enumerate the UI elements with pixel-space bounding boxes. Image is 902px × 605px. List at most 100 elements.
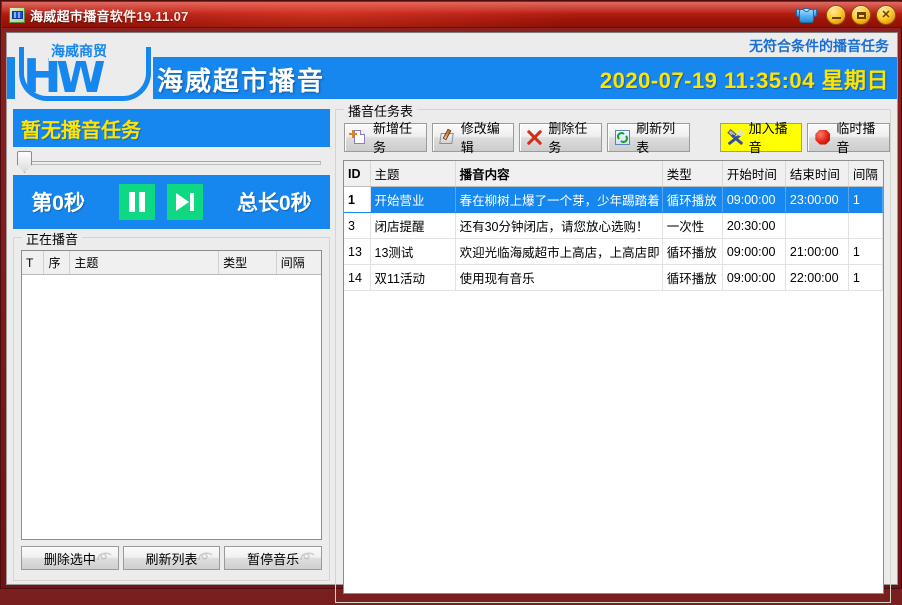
delete-selected-button[interactable]: 删除选中 (21, 546, 119, 570)
cell-id[interactable]: 1 (344, 187, 370, 213)
pause-music-label: 暂停音乐 (247, 549, 299, 568)
col-task-id[interactable]: ID (344, 161, 370, 187)
now-playing-group: 正在播音 T 序 主题 类型 间隔 (13, 237, 330, 581)
now-playing-list[interactable]: T 序 主题 类型 间隔 (21, 250, 322, 540)
minimize-button[interactable] (826, 5, 846, 25)
stop-octagon-icon (814, 129, 831, 146)
edit-task-button[interactable]: 修改编辑 (432, 123, 515, 152)
task-table: ID 主题 播音内容 类型 开始时间 结束时间 间隔 1开始营业春在柳树上爆了一… (344, 161, 883, 291)
cell-start[interactable]: 09:00:00 (722, 239, 785, 265)
delete-task-button[interactable]: 删除任务 (519, 123, 602, 152)
cell-type[interactable]: 循环播放 (662, 187, 722, 213)
right-panel: 播音任务表 新增任务 修改编辑 (335, 109, 891, 605)
col-t[interactable]: T (22, 251, 44, 275)
cell-interval[interactable] (848, 213, 882, 239)
pause-music-button[interactable]: 暂停音乐 (224, 546, 322, 570)
cell-interval[interactable]: 1 (848, 187, 882, 213)
left-panel: 暂无播音任务 第0秒 总长0秒 正在播音 (13, 109, 330, 581)
cell-end[interactable]: 22:00:00 (785, 265, 848, 291)
current-task-banner: 暂无播音任务 (13, 109, 330, 147)
client-area: HW 海威商贸 海威超市播音 无符合条件的播音任务 2020-07-19 11:… (6, 32, 898, 585)
refresh-list-button-left[interactable]: 刷新列表 (123, 546, 221, 570)
close-button[interactable]: ✕ (876, 5, 896, 25)
table-row[interactable]: 1开始营业春在柳树上爆了一个芽，少年踢踏着循环播放09:00:0023:00:0… (344, 187, 883, 213)
cell-id[interactable]: 13 (344, 239, 370, 265)
cell-theme[interactable]: 开始营业 (370, 187, 455, 213)
new-task-button[interactable]: 新增任务 (344, 123, 427, 152)
shirt-icon[interactable] (796, 6, 817, 25)
cell-content[interactable]: 春在柳树上爆了一个芽，少年踢踏着 (455, 187, 662, 213)
delete-cross-icon (526, 129, 543, 146)
now-playing-table: T 序 主题 类型 间隔 (22, 251, 321, 275)
cell-id[interactable]: 3 (344, 213, 370, 239)
temp-broadcast-label: 临时播音 (836, 118, 881, 156)
cell-end[interactable]: 23:00:00 (785, 187, 848, 213)
total-time-label: 总长0秒 (237, 187, 312, 217)
cell-start[interactable]: 09:00:00 (722, 265, 785, 291)
col-task-interval[interactable]: 间隔 (848, 161, 882, 187)
col-type[interactable]: 类型 (219, 251, 277, 275)
slider-thumb[interactable] (17, 151, 32, 173)
new-task-label: 新增任务 (373, 118, 418, 156)
playback-slider[interactable] (13, 149, 330, 175)
current-task-status: 暂无播音任务 (21, 114, 141, 143)
header-band: HW 海威商贸 海威超市播音 无符合条件的播音任务 2020-07-19 11:… (7, 33, 897, 105)
cell-end[interactable] (785, 213, 848, 239)
cell-type[interactable]: 循环播放 (662, 265, 722, 291)
task-toolbar: 新增任务 修改编辑 删除任务 (344, 122, 890, 152)
cell-type[interactable]: 一次性 (662, 213, 722, 239)
playback-controls: 第0秒 总长0秒 (13, 175, 330, 229)
clock-display: 2020-07-19 11:35:04 星期日 (600, 63, 889, 95)
now-playing-buttons: 删除选中 刷新列表 暂停音乐 (21, 546, 322, 572)
cell-id[interactable]: 14 (344, 265, 370, 291)
cell-start[interactable]: 20:30:00 (722, 213, 785, 239)
add-to-broadcast-button[interactable]: 加入播音 (720, 123, 803, 152)
logo-subtitle: 海威商贸 (49, 41, 109, 61)
slider-track[interactable] (21, 161, 321, 165)
add-to-broadcast-label: 加入播音 (749, 118, 794, 156)
col-task-type[interactable]: 类型 (662, 161, 722, 187)
cell-interval[interactable]: 1 (848, 239, 882, 265)
cell-content[interactable]: 还有30分钟闭店，请您放心选购！ (455, 213, 662, 239)
col-task-start[interactable]: 开始时间 (722, 161, 785, 187)
refresh-list-label: 刷新列表 (636, 118, 681, 156)
table-row[interactable]: 3闭店提醒还有30分钟闭店，请您放心选购！一次性20:30:00 (344, 213, 883, 239)
delete-task-label: 删除任务 (548, 118, 593, 156)
edit-pencil-icon (439, 129, 456, 146)
pause-icon[interactable] (119, 184, 155, 220)
cell-content[interactable]: 欢迎光临海威超市上高店，上高店即 (455, 239, 662, 265)
col-interval[interactable]: 间隔 (276, 251, 321, 275)
next-track-icon[interactable] (167, 184, 203, 220)
temp-broadcast-button[interactable]: 临时播音 (807, 123, 890, 152)
decor-curl-icon (96, 549, 114, 563)
col-task-theme[interactable]: 主题 (370, 161, 455, 187)
col-task-content[interactable]: 播音内容 (455, 161, 662, 187)
col-theme[interactable]: 主题 (70, 251, 219, 275)
cell-start[interactable]: 09:00:00 (722, 187, 785, 213)
cell-end[interactable]: 21:00:00 (785, 239, 848, 265)
table-row[interactable]: 14双11活动使用现有音乐循环播放09:00:0022:00:001 (344, 265, 883, 291)
no-match-status: 无符合条件的播音任务 (749, 36, 889, 56)
col-task-end[interactable]: 结束时间 (785, 161, 848, 187)
window-controls: ✕ (796, 5, 896, 25)
col-seq[interactable]: 序 (44, 251, 70, 275)
decor-curl-icon (197, 549, 215, 563)
cell-type[interactable]: 循环播放 (662, 239, 722, 265)
refresh-list-button[interactable]: 刷新列表 (607, 123, 690, 152)
now-playing-legend: 正在播音 (22, 229, 82, 248)
company-logo: HW 海威商贸 (15, 39, 153, 101)
cell-theme[interactable]: 13测试 (370, 239, 455, 265)
cell-theme[interactable]: 闭店提醒 (370, 213, 455, 239)
delete-selected-label: 删除选中 (44, 549, 96, 568)
maximize-button[interactable] (851, 5, 871, 25)
window-title: 海威超市播音软件19.11.07 (30, 6, 189, 25)
cell-theme[interactable]: 双11活动 (370, 265, 455, 291)
app-window: 海威超市播音软件19.11.07 ✕ HW 海威商贸 (0, 0, 902, 589)
task-table-scroll[interactable]: ID 主题 播音内容 类型 开始时间 结束时间 间隔 1开始营业春在柳树上爆了一… (343, 160, 884, 594)
elapsed-time-label: 第0秒 (31, 187, 85, 217)
cell-interval[interactable]: 1 (848, 265, 882, 291)
task-table-group: 播音任务表 新增任务 修改编辑 (335, 109, 891, 603)
cell-content[interactable]: 使用现有音乐 (455, 265, 662, 291)
decor-curl-icon (299, 549, 317, 563)
table-row[interactable]: 1313测试欢迎光临海威超市上高店，上高店即循环播放09:00:0021:00:… (344, 239, 883, 265)
